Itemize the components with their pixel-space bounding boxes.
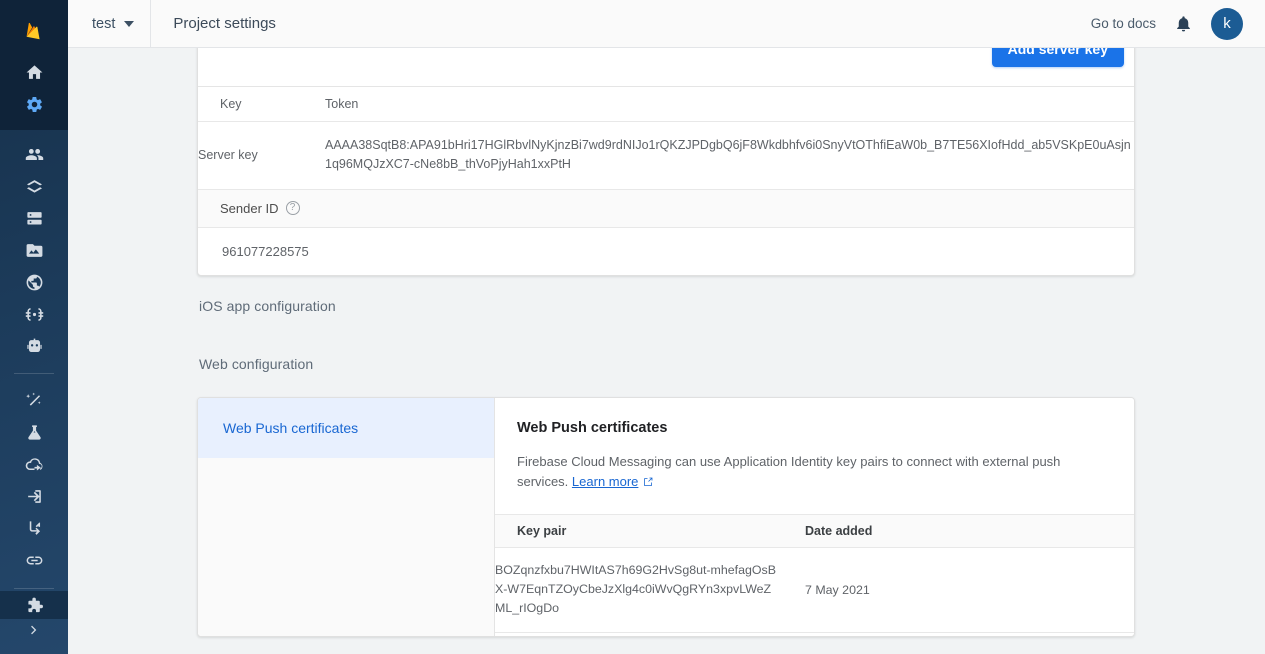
sidebar-item-authentication[interactable] [0, 138, 68, 170]
tab-web-push-certificates[interactable]: Web Push certificates [198, 397, 494, 458]
key-pair-value[interactable]: BOZqnzfxbu7HWItAS7h69G2HvSg8ut-mhefagOsB… [495, 547, 805, 633]
sidebar-item-app-distribution[interactable] [0, 481, 68, 513]
card-toolbar: Add server key [198, 48, 1134, 87]
rail-divider-2 [14, 587, 54, 589]
column-header-key-pair: Key pair [495, 514, 805, 549]
top-header-bar: test Project settings Go to docs k [68, 0, 1265, 48]
server-key-table: Key Token Server key AAAA38SqtB8:APA91bH… [198, 87, 1134, 190]
empty-cell [805, 632, 1134, 636]
sender-id-label: Sender ID [220, 200, 279, 216]
sender-id-value[interactable]: 961077228575 [198, 228, 1134, 275]
rail-primary-group [0, 0, 68, 130]
section-title-ios-app-configuration: iOS app configuration [199, 297, 336, 314]
project-selector[interactable]: test [68, 0, 150, 48]
column-header-token: Token [325, 87, 1134, 122]
page-title: Project settings [173, 15, 276, 32]
firebase-logo[interactable] [0, 8, 68, 56]
rail-release-group [0, 377, 68, 585]
rail-build-group [0, 130, 68, 370]
server-key-token-value[interactable]: AAAA38SqtB8:APA91bHri17HGlRbvlNyKjnzBi7w… [325, 121, 1134, 190]
rail-expand-toggle[interactable] [0, 619, 68, 642]
learn-more-link[interactable]: Learn more [572, 474, 638, 489]
sidebar-item-cloud-messaging[interactable] [0, 449, 68, 481]
cloud-messaging-api-card: Add server key Key Token Server key AAAA… [197, 48, 1135, 276]
sidebar-item-project-settings[interactable] [0, 88, 68, 120]
header-actions: Go to docs k [1091, 7, 1265, 40]
sidebar-item-functions[interactable] [0, 298, 68, 330]
web-push-description: Firebase Cloud Messaging can use Applica… [517, 452, 1083, 492]
sidebar-item-ab-testing[interactable] [0, 417, 68, 449]
web-push-panel: Web Push certificates Firebase Cloud Mes… [495, 397, 1134, 636]
key-pair-text: BOZqnzfxbu7HWItAS7h69G2HvSg8ut-mhefagOsB… [495, 563, 776, 616]
sidebar-item-machine-learning[interactable] [0, 330, 68, 362]
column-header-key: Key [198, 87, 325, 122]
web-push-panel-head: Web Push certificates Firebase Cloud Mes… [495, 398, 1134, 492]
sidebar-item-crashlytics[interactable] [0, 385, 68, 417]
chevron-down-icon [124, 20, 135, 27]
rail-divider-1 [14, 373, 54, 374]
sidebar-item-storage[interactable] [0, 234, 68, 266]
sidebar-item-dynamic-links[interactable] [0, 545, 68, 577]
table-row: BOZqnzfxbu7HWItAS7h69G2HvSg8ut-mhefagOsB… [495, 547, 1134, 633]
go-to-docs-link[interactable]: Go to docs [1091, 16, 1156, 31]
add-server-key-button[interactable]: Add server key [991, 48, 1124, 67]
sidebar-item-realtime-database[interactable] [0, 202, 68, 234]
sidebar-item-hosting[interactable] [0, 266, 68, 298]
key-pair-table: Key pair Date added BOZqnzfxbu7HWItAS7h6… [495, 514, 1134, 636]
sidebar-item-home[interactable] [0, 56, 68, 88]
web-config-tab-list: Web Push certificates [198, 397, 495, 636]
sidebar-item-firestore-database[interactable] [0, 170, 68, 202]
table-header-row: Key pair Date added [495, 514, 1134, 549]
table-row: Server key AAAA38SqtB8:APA91bHri17HGlRbv… [198, 121, 1134, 190]
table-header-row: Key Token [198, 87, 1134, 122]
avatar[interactable]: k [1211, 7, 1243, 40]
web-push-certificates-card: Web Push certificates Web Push certifica… [197, 396, 1135, 637]
table-row-empty [495, 632, 1134, 636]
sender-id-header: Sender ID ? [198, 189, 1134, 228]
content-inner: Add server key Key Token Server key AAAA… [68, 48, 1265, 637]
web-push-title: Web Push certificates [517, 419, 668, 436]
notifications-bell-icon[interactable] [1174, 14, 1193, 33]
sidebar-item-remote-config[interactable] [0, 513, 68, 545]
left-nav-rail [0, 0, 68, 654]
sidebar-item-extensions[interactable] [0, 591, 68, 619]
main-content-scroll[interactable]: Add server key Key Token Server key AAAA… [68, 48, 1265, 654]
key-pair-date-added: 7 May 2021 [805, 547, 1134, 633]
project-name-label: test [92, 15, 116, 32]
open-in-new-icon [642, 474, 654, 486]
section-title-web-configuration: Web configuration [199, 355, 314, 372]
empty-cell [495, 632, 805, 636]
server-key-row-label: Server key [198, 121, 325, 190]
column-header-date-added: Date added [805, 514, 1134, 549]
help-icon[interactable]: ? [285, 201, 300, 216]
